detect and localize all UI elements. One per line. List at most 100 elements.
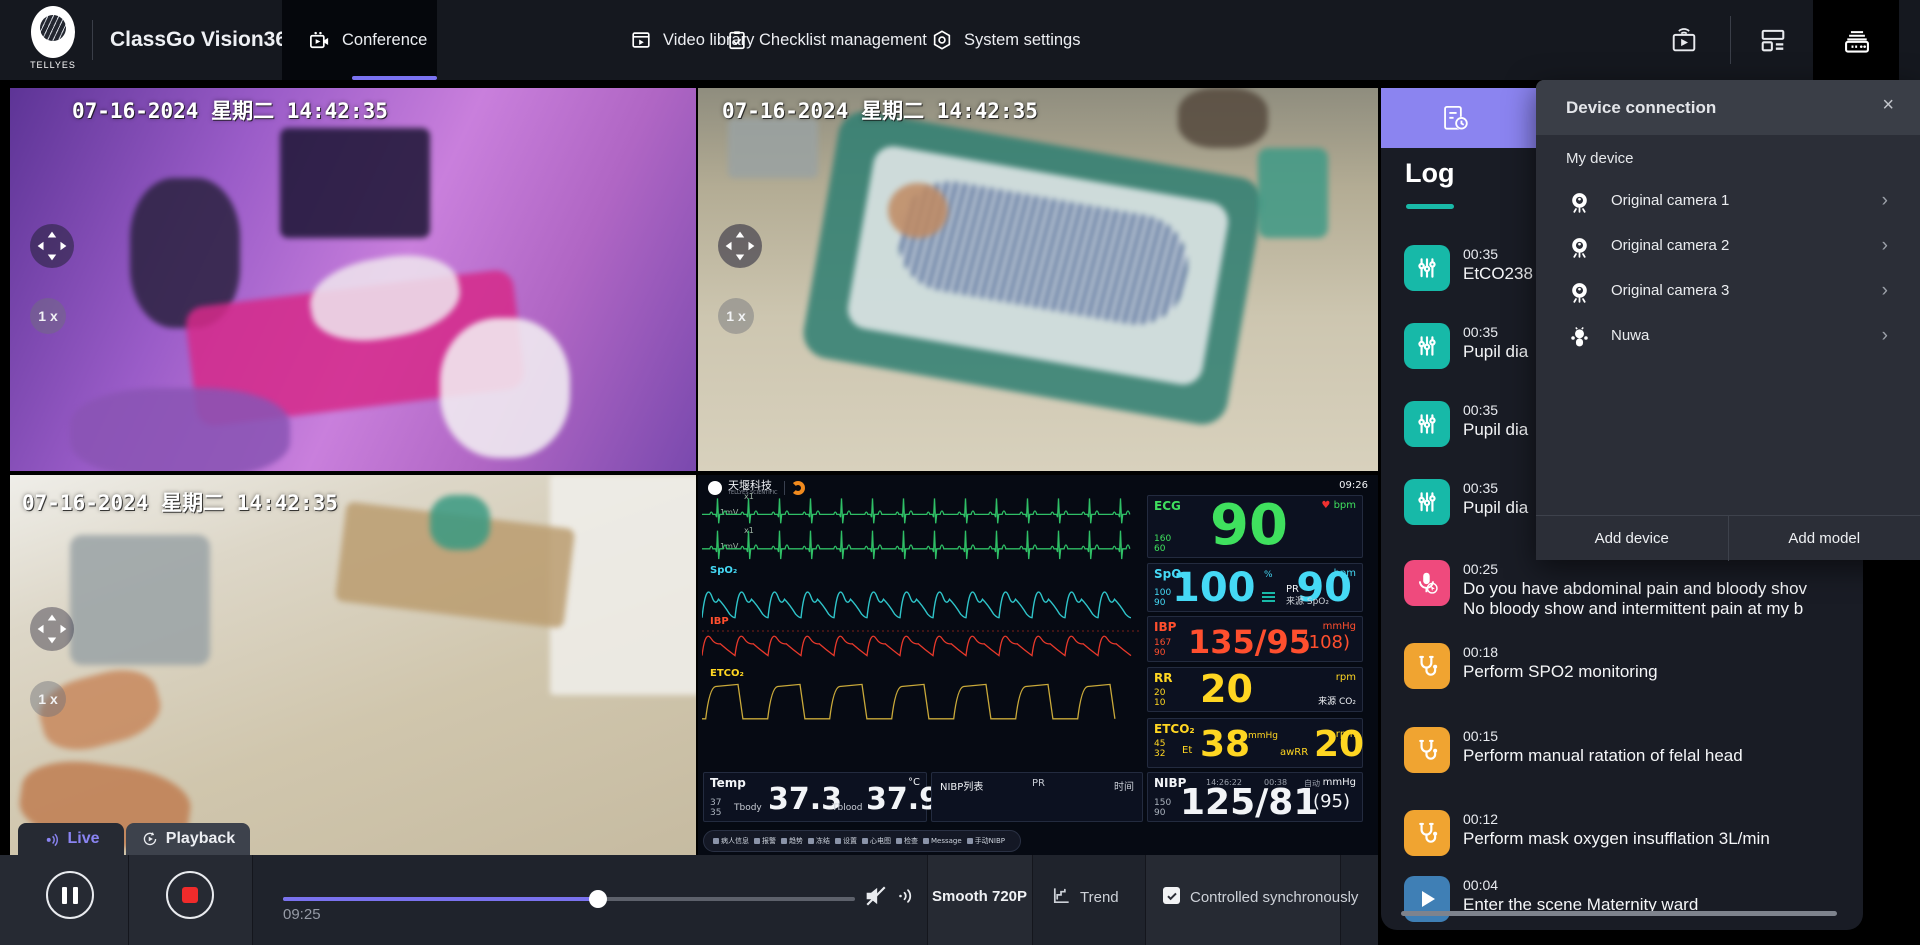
playback-tab[interactable]: Playback [126,823,250,855]
log-entry[interactable]: 00:12 Perform mask oxygen insufflation 3… [1381,810,1863,876]
device-item-original-camera-1[interactable]: Original camera 1 › [1536,180,1920,225]
tab-checklist-label: Checklist management [759,31,927,50]
camera3-zoom-badge[interactable]: 1 x [30,681,66,717]
log-scrollbar[interactable] [1401,911,1837,916]
toolbar-item-message[interactable]: Message [923,837,962,845]
alarm-icon [754,838,760,844]
log-entry-time: 00:35 [1463,324,1498,340]
camera1-timestamp: 07-16-2024 星期二 14:42:35 [72,95,388,125]
mute-button[interactable] [862,882,890,910]
device-item-original-camera-2[interactable]: Original camera 2 › [1536,225,1920,270]
stop-record-button[interactable] [166,871,214,919]
toolbar-item-freeze[interactable]: 冻结 [808,836,830,846]
tbody-value: 37.3 [768,785,842,815]
app-root: TELLYES ClassGo Vision360 2.0 Conference [0,0,1920,945]
log-history-icon [1439,102,1473,136]
tab-system-settings[interactable]: System settings [931,0,1080,80]
camera-feed-3[interactable]: 07-16-2024 星期二 14:42:35 1 x [10,475,696,855]
bar-divider [252,855,253,945]
stethoscope-icon [1404,727,1450,773]
ecg-waveform-1 [702,497,1142,525]
tab-conference[interactable]: Conference [308,0,427,80]
active-tab-underline [352,76,437,80]
camera2-timestamp: 07-16-2024 星期二 14:42:35 [722,95,1038,125]
device-item-label: Nuwa [1611,327,1649,344]
timeline-progress-fill [283,897,598,901]
camera1-zoom-badge[interactable]: 1 x [30,298,66,334]
nibp-limits: 15090 [1154,798,1171,818]
spo2-percent: % [1264,570,1273,580]
timeline-slider-thumb[interactable] [589,890,607,908]
pause-button[interactable] [46,871,94,919]
ecg-icon [862,838,868,844]
camera-feed-2[interactable]: 07-16-2024 星期二 14:42:35 1 x [698,88,1378,471]
toolbar-item-manual-nibp[interactable]: 手动NIBP [967,836,1005,846]
device-connection-panel: Device connection × My device Original c… [1536,80,1920,560]
device-item-original-camera-3[interactable]: Original camera 3 › [1536,270,1920,315]
ecg-value: 90 [1210,498,1288,554]
pan-arrows-icon [30,224,74,268]
temp-panel: Temp °C 3735 Tbody 37.3 Tblood 37.9 [703,772,927,822]
toolbar-item-check[interactable]: 检查 [896,836,918,846]
chevron-right-icon: › [1882,190,1888,212]
ecg-limits: 16060 [1154,534,1171,554]
add-device-button[interactable]: Add device [1536,516,1728,561]
trend-icon [781,838,787,844]
spo2-menu-icon[interactable] [1262,590,1275,604]
live-tab[interactable]: Live [18,823,124,855]
log-entry-text: Pupil dia [1463,420,1528,440]
monitor-vendor-icon [791,481,805,495]
nibp-panel: NIBP 14:26:22 00:38 自动 mmHg 125/81 (95) … [1147,772,1363,822]
et-label: Et [1182,745,1192,756]
toolbar-item-patient-info[interactable]: 病人信息 [713,836,749,846]
scene-shape [728,118,818,178]
monitor-toolbar[interactable]: 病人信息 报警 趋势 冻结 设置 心电图 检查 Message 手动NIBP [703,830,1021,852]
camera-feed-1[interactable]: 07-16-2024 星期二 14:42:35 1 x [10,88,696,471]
log-entry[interactable]: 00:25 Do you have abdominal pain and blo… [1381,560,1863,626]
timeline-slider[interactable] [283,897,855,901]
camera1-pan-control[interactable] [30,224,74,268]
patient-monitor-feed[interactable]: 天堰科技 TELLYES SCIENTIFIC 09:26 x1 1mV x1 … [698,475,1378,855]
log-entry[interactable]: 00:04 Enter the scene Maternity ward [1381,876,1863,930]
toolbar-item-trend[interactable]: 趋势 [781,836,803,846]
device-connection-button[interactable] [1840,0,1874,80]
quality-selector[interactable]: Smooth 720P [927,888,1032,905]
sync-checkbox[interactable] [1163,887,1180,904]
log-entry[interactable]: 00:15 Perform manual ratation of felal h… [1381,727,1863,793]
log-entry-text: Pupil dia [1463,498,1528,518]
toolbar-item-ecg[interactable]: 心电图 [862,836,891,846]
device-item-nuwa[interactable]: Nuwa › [1536,315,1920,360]
log-entry-time: 00:35 [1463,246,1498,262]
add-model-button[interactable]: Add model [1728,516,1920,561]
settings-icon [835,838,841,844]
gear-icon [931,29,953,51]
bar-divider [1032,855,1033,945]
trend-button[interactable] [1051,885,1072,906]
voice-microphone-icon [1404,560,1450,606]
device-item-label: Original camera 1 [1611,192,1729,209]
pr-source: 来源 SpO₂ [1286,594,1329,607]
live-broadcast-button[interactable] [1668,0,1700,80]
volume-waves-button[interactable] [894,884,918,908]
nibp-list-col-pr: PR [1032,778,1045,789]
camera2-zoom-badge[interactable]: 1 x [718,298,754,334]
sync-label[interactable]: Controlled synchronously [1190,889,1358,906]
log-entry-time: 00:35 [1463,480,1498,496]
camera3-pan-control[interactable] [30,607,74,651]
parameter-sliders-icon [1404,479,1450,525]
close-icon[interactable]: × [1882,94,1894,117]
trend-label[interactable]: Trend [1080,889,1119,906]
sound-waves-icon [894,884,918,908]
etco2-unit: mmHg [1248,731,1278,741]
toolbar-item-alarm[interactable]: 报警 [754,836,776,846]
layout-button[interactable] [1757,0,1789,80]
webcam-icon [1567,280,1592,305]
toolbar-item-settings[interactable]: 设置 [835,836,857,846]
tab-checklist-management[interactable]: Checklist management [726,0,927,80]
ibp-mean: (108) [1302,634,1350,652]
camera2-pan-control[interactable] [718,224,762,268]
log-entry[interactable]: 00:18 Perform SPO2 monitoring [1381,643,1863,709]
nibp-unit: mmHg [1323,777,1356,788]
tbody-label: Tbody [734,803,762,813]
chevron-right-icon: › [1882,280,1888,302]
